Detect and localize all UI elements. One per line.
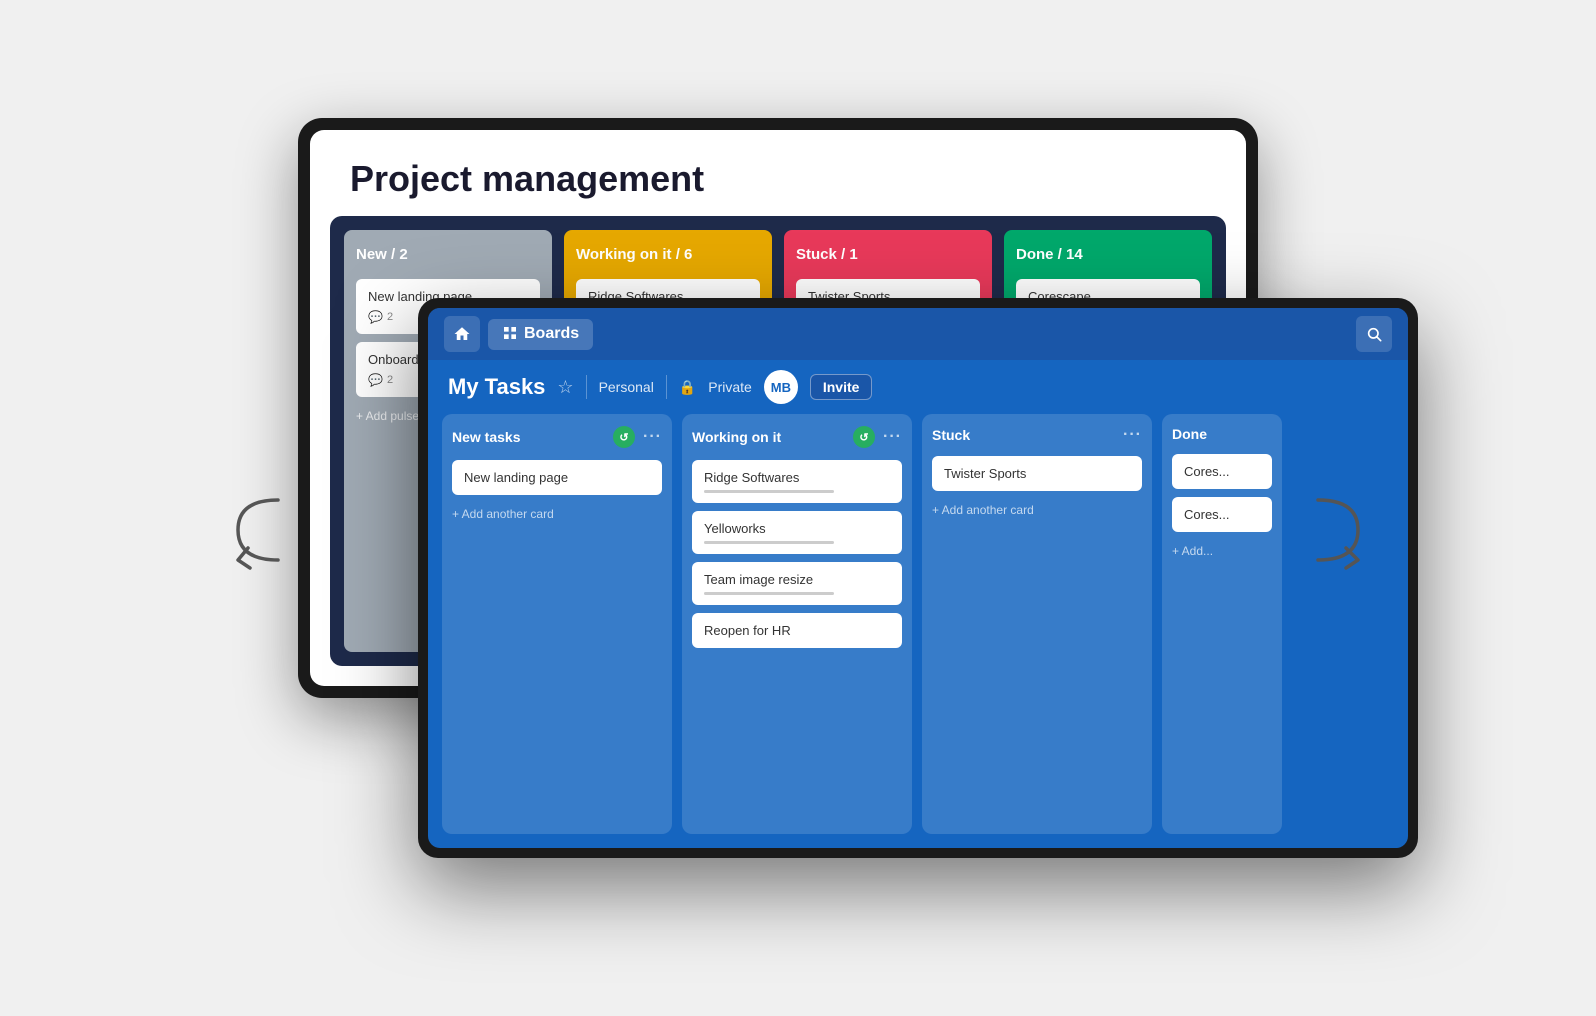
front-card-team-image[interactable]: Team image resize (692, 562, 902, 605)
right-arrow-icon[interactable] (1308, 490, 1368, 580)
board-title: My Tasks (448, 374, 545, 400)
left-arrow-icon[interactable] (228, 490, 288, 580)
card-line (704, 490, 834, 493)
card-line (704, 541, 834, 544)
more-icon-working[interactable]: ··· (883, 428, 902, 446)
col-actions-stuck: ··· (1123, 426, 1142, 444)
more-icon[interactable]: ··· (643, 428, 662, 446)
front-nav: Boards (428, 308, 1408, 360)
scene: Project management New / 2 New landing p… (198, 58, 1398, 958)
front-col-working-header: Working on it ↺ ··· (692, 424, 902, 452)
front-card[interactable]: Yelloworks (692, 511, 902, 554)
front-card[interactable]: Ridge Softwares (692, 460, 902, 503)
front-tablet-screen: Boards My Tasks ☆ Personal 🔒 Private MB … (428, 308, 1408, 848)
add-card-new-tasks[interactable]: + Add another card (452, 503, 662, 525)
front-col-done-header: Done (1172, 424, 1272, 446)
front-card[interactable]: Reopen for HR (692, 613, 902, 648)
more-icon-stuck[interactable]: ··· (1123, 426, 1142, 444)
refresh-icon-working[interactable]: ↺ (853, 426, 875, 448)
back-col-stuck-header: Stuck / 1 (796, 242, 980, 271)
back-tablet-header: Project management (310, 130, 1246, 216)
back-col-working-header: Working on it / 6 (576, 242, 760, 271)
front-col-working: Working on it ↺ ··· Ridge Softwares Y (682, 414, 912, 834)
avatar: MB (764, 370, 798, 404)
front-col-stuck: Stuck ··· Twister Sports + Add another c… (922, 414, 1152, 834)
kanban-board: New tasks ↺ ··· New landing page + Add a… (428, 414, 1408, 848)
col-actions-working: ↺ ··· (853, 426, 902, 448)
search-button[interactable] (1356, 316, 1392, 352)
card-line (704, 592, 834, 595)
home-button[interactable] (444, 316, 480, 352)
refresh-icon[interactable]: ↺ (613, 426, 635, 448)
back-col-done-header: Done / 14 (1016, 242, 1200, 271)
personal-tag: Personal (599, 379, 654, 395)
front-col-done: Done Cores... Cores... + Add... (1162, 414, 1282, 834)
boards-icon (502, 325, 518, 344)
lock-icon: 🔒 (679, 379, 696, 396)
back-tablet-title: Project management (350, 158, 704, 199)
invite-button[interactable]: Invite (810, 374, 873, 400)
front-col-new-tasks-header: New tasks ↺ ··· (452, 424, 662, 452)
private-tag: Private (708, 379, 752, 395)
add-card-done[interactable]: + Add... (1172, 540, 1272, 562)
back-col-new-header: New / 2 (356, 242, 540, 271)
front-toolbar: My Tasks ☆ Personal 🔒 Private MB Invite (428, 360, 1408, 414)
front-col-stuck-header: Stuck ··· (932, 424, 1142, 448)
col-actions: ↺ ··· (613, 426, 662, 448)
front-col-new-tasks: New tasks ↺ ··· New landing page + Add a… (442, 414, 672, 834)
front-tablet: Boards My Tasks ☆ Personal 🔒 Private MB … (418, 298, 1418, 858)
toolbar-divider-2 (666, 375, 667, 399)
front-card[interactable]: Cores... (1172, 497, 1272, 532)
boards-button[interactable]: Boards (488, 319, 593, 350)
boards-label: Boards (524, 325, 579, 343)
add-card-stuck[interactable]: + Add another card (932, 499, 1142, 521)
front-card[interactable]: New landing page (452, 460, 662, 495)
front-card[interactable]: Twister Sports (932, 456, 1142, 491)
front-card[interactable]: Cores... (1172, 454, 1272, 489)
star-icon[interactable]: ☆ (557, 377, 573, 398)
toolbar-divider (586, 375, 587, 399)
